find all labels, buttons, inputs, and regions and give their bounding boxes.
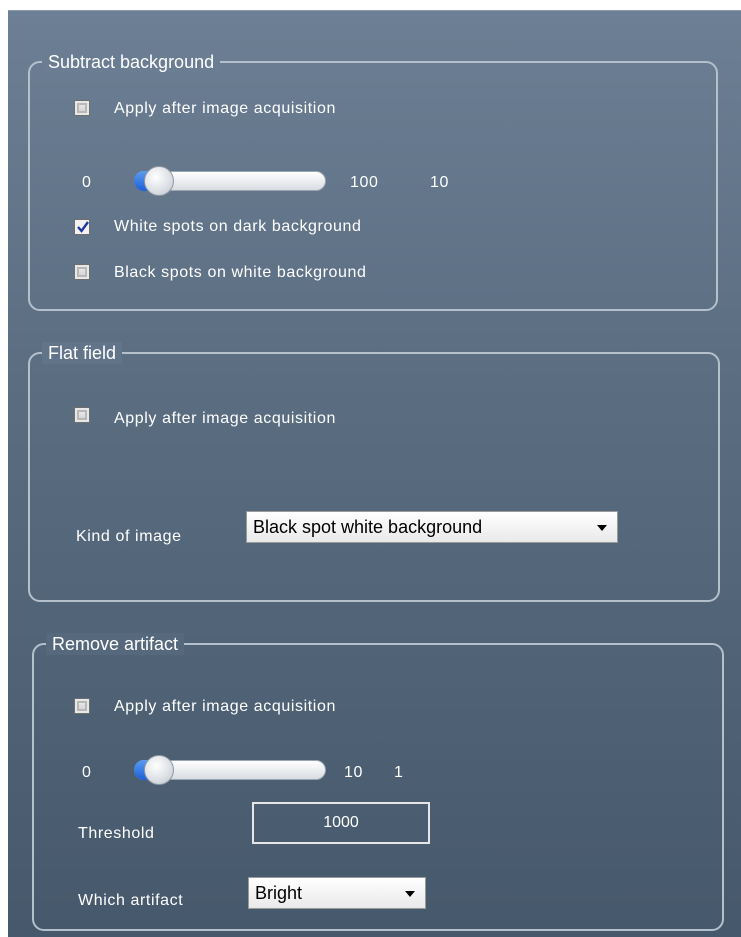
subtract-slider-min: 0 [82,174,92,191]
which-artifact-label: Which artifact [78,892,184,909]
flat-field-title: Flat field [42,342,123,364]
artifact-apply-checkbox[interactable] [74,698,90,714]
which-artifact-dropdown[interactable]: Bright [248,877,426,909]
subtract-slider-knob[interactable] [144,166,174,196]
subtract-slider-max: 100 [350,174,379,191]
artifact-slider-max: 10 [344,764,363,781]
subtract-apply-checkbox[interactable] [74,100,90,116]
subtract-background-group: Subtract background Apply after image ac… [28,51,718,311]
flat-field-group: Flat field Apply after image acquisition… [28,342,720,602]
kind-of-image-dropdown[interactable]: Black spot white background [246,511,618,543]
kind-of-image-value: Black spot white background [253,517,483,537]
white-spots-checkbox[interactable] [74,219,90,235]
chevron-down-icon [405,891,415,897]
kind-of-image-label: Kind of image [76,528,182,545]
subtract-slider[interactable] [134,166,326,196]
remove-artifact-title: Remove artifact [46,633,185,655]
flat-apply-label: Apply after image acquisition [114,410,336,427]
flat-apply-checkbox[interactable] [74,407,90,423]
threshold-value: 1000 [323,814,359,831]
artifact-slider-knob[interactable] [144,755,174,785]
black-spots-checkbox[interactable] [74,264,90,280]
subtract-apply-label: Apply after image acquisition [114,100,336,117]
check-icon [77,221,89,233]
artifact-slider[interactable] [134,755,326,785]
artifact-apply-label: Apply after image acquisition [114,698,336,715]
black-spots-label: Black spots on white background [114,264,367,281]
threshold-label: Threshold [78,825,155,842]
subtract-slider-value: 10 [430,174,449,191]
white-spots-label: White spots on dark background [114,218,362,235]
artifact-slider-min: 0 [82,764,92,781]
remove-artifact-group: Remove artifact Apply after image acquis… [32,633,724,931]
settings-panel: Subtract background Apply after image ac… [8,10,741,937]
artifact-slider-value: 1 [394,764,404,781]
chevron-down-icon [597,525,607,531]
which-artifact-value: Bright [255,883,303,903]
threshold-input[interactable]: 1000 [252,802,430,844]
subtract-background-title: Subtract background [42,51,221,73]
